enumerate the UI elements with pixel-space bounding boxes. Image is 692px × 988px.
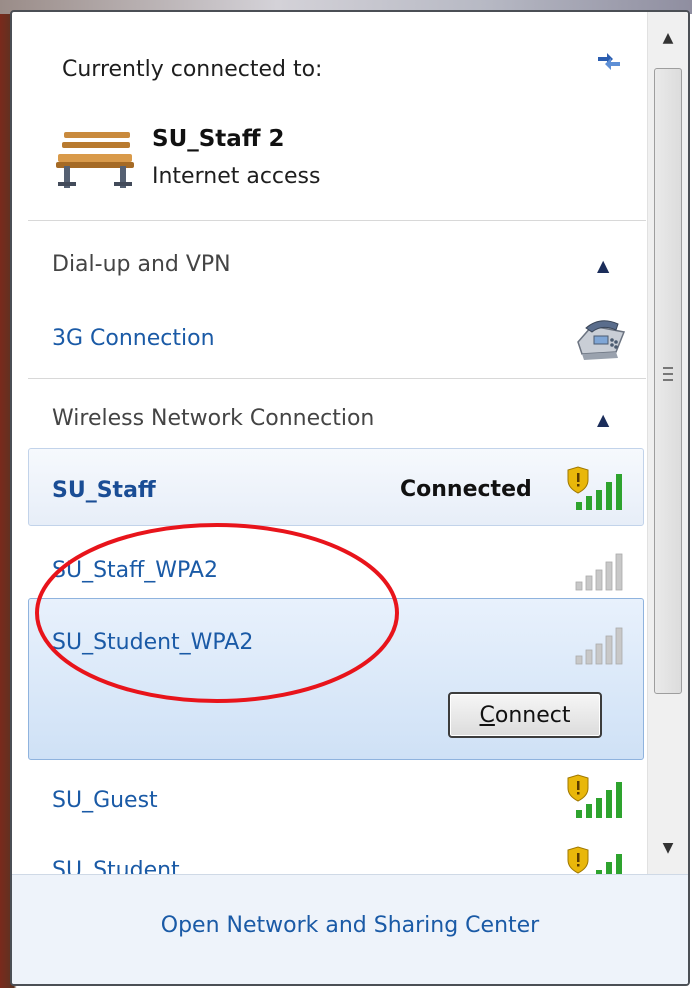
divider xyxy=(28,378,646,379)
wifi-network-name[interactable]: SU_Student xyxy=(52,858,180,874)
scrollbar-thumb[interactable] xyxy=(654,68,682,694)
divider xyxy=(28,220,646,221)
wifi-network-name[interactable]: SU_Staff_WPA2 xyxy=(52,558,218,583)
dialup-item-3g-connection[interactable]: 3G Connection xyxy=(52,326,215,351)
dialup-section-title[interactable]: Dial-up and VPN xyxy=(52,252,231,277)
grip-icon xyxy=(663,367,673,381)
signal-strength-shield-icon xyxy=(567,774,622,818)
vertical-scrollbar[interactable]: ▲ ▼ xyxy=(647,12,688,874)
wifi-network-name[interactable]: SU_Staff xyxy=(52,478,156,503)
wireless-section-title[interactable]: Wireless Network Connection xyxy=(52,406,374,431)
current-network-name: SU_Staff 2 xyxy=(152,126,285,152)
wifi-network-name[interactable]: SU_Guest xyxy=(52,788,158,813)
scroll-down-arrow-icon[interactable]: ▼ xyxy=(648,832,688,864)
chevron-up-icon[interactable]: ▲ xyxy=(597,256,609,275)
currently-connected-label: Currently connected to: xyxy=(62,57,323,82)
flyout-footer: Open Network and Sharing Center xyxy=(12,874,688,984)
signal-strength-icon xyxy=(575,553,623,591)
connection-status: Connected xyxy=(400,477,532,502)
chevron-up-icon[interactable]: ▲ xyxy=(597,410,609,429)
current-network-status: Internet access xyxy=(152,164,321,189)
scroll-up-arrow-icon[interactable]: ▲ xyxy=(648,22,688,54)
connect-access-key: C xyxy=(479,702,495,728)
telephone-modem-icon xyxy=(577,320,626,360)
signal-strength-shield-icon xyxy=(567,466,622,510)
signal-strength-shield-icon xyxy=(567,846,622,874)
refresh-arrows-icon[interactable] xyxy=(595,48,623,72)
network-flyout: Currently connected to: SU_Staff 2 Inter… xyxy=(10,10,690,986)
open-network-sharing-center-link[interactable]: Open Network and Sharing Center xyxy=(12,913,688,938)
signal-strength-icon xyxy=(575,627,623,665)
network-list-area: Currently connected to: SU_Staff 2 Inter… xyxy=(12,12,646,874)
connect-button-label: onnect xyxy=(494,702,571,728)
wifi-network-name[interactable]: SU_Student_WPA2 xyxy=(52,630,253,655)
connect-button[interactable]: Connect xyxy=(448,692,602,738)
bench-icon xyxy=(56,132,134,188)
